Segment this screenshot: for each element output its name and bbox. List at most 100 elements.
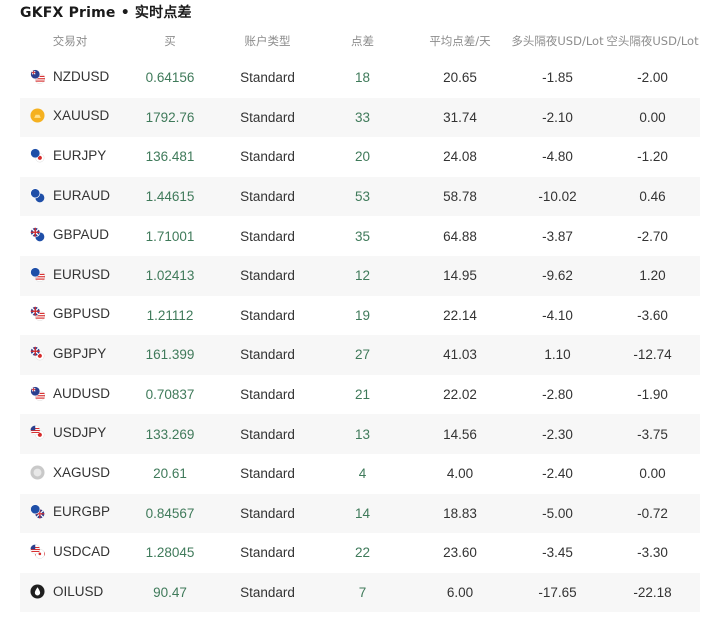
long-swap-cell: -2.30 [542, 426, 573, 442]
header-bid: 买 [164, 34, 176, 48]
short-swap-cell: 0.00 [639, 466, 666, 482]
bid-price-cell: 161.399 [145, 347, 195, 363]
page-title: GKFX Prime • 实时点差 [20, 5, 192, 21]
avg-spread-cell: 14.95 [443, 268, 477, 284]
account-type-cell: Standard [240, 70, 295, 86]
nz-us-flag-icon [30, 69, 45, 84]
header-pair: 交易对 [52, 34, 88, 48]
pair-label: GBPAUD [30, 227, 109, 242]
pair-label: XAGUSD [30, 465, 110, 480]
au-us-flag-icon [30, 385, 45, 401]
spread-cell: 33 [354, 109, 371, 125]
pair-label: USDJPY [30, 425, 106, 440]
table-row: EURJPY 136.481 Standard 20 24.08 -4.80 -1.20 [20, 137, 700, 177]
table-row: EURGBP 0.84567 Standard 14 18.83 -5.00 -0.72 [20, 493, 700, 534]
long-swap-cell: -10.02 [538, 189, 577, 205]
avg-spread-cell: 23.60 [443, 545, 477, 561]
pair-cell: XAUUSD [20, 98, 120, 138]
pair-name: USDJPY [53, 425, 107, 441]
table-row: GBPJPY 161.399 Standard 27 41.03 1.10 -12.74 [20, 335, 700, 375]
avg-spread-cell: 64.88 [443, 228, 477, 244]
spread-cell: 22 [354, 545, 371, 561]
spread-cell: 27 [354, 347, 371, 363]
pair-name: USDCAD [53, 543, 111, 559]
account-type-cell: Standard [240, 387, 295, 403]
account-type-cell: Standard [240, 228, 295, 244]
bid-price-cell: 133.269 [145, 426, 195, 442]
pair-label: EURUSD [30, 267, 110, 282]
pair-label: EURGBP [30, 504, 110, 519]
eu-gb-flag-icon [30, 504, 45, 519]
avg-spread-cell: 20.65 [443, 70, 477, 86]
avg-spread-cell: 6.00 [446, 585, 474, 601]
account-type-cell: Standard [240, 466, 295, 482]
spread-table: 交易对 买 账户类型 点差 平均点差/天 多头隔夜USD/Lot 空头隔夜USD… [20, 24, 700, 613]
spread-cell: 7 [358, 585, 367, 601]
pair-cell: GBPJPY [20, 335, 120, 375]
table-row: AUDUSD 0.70837 Standard 21 22.02 -2.80 -1.90 [20, 375, 700, 415]
long-swap-cell: -2.80 [542, 387, 573, 403]
spread-cell: 35 [354, 228, 371, 244]
short-swap-cell: -22.18 [633, 585, 672, 601]
pair-label: NZDUSD [30, 69, 109, 84]
pair-label: USDCAD [30, 544, 110, 559]
pair-name: EURAUD [53, 187, 111, 203]
spread-cell: 53 [354, 189, 371, 205]
long-swap-cell: -3.45 [542, 545, 573, 561]
table-body: NZDUSD 0.64156 Standard 18 20.65 -1.85 -2.00 XA… [20, 58, 700, 613]
pair-cell: NZDUSD [20, 58, 120, 98]
pair-cell: EURAUD [20, 177, 120, 217]
spread-cell: 21 [354, 387, 371, 403]
spread-cell: 18 [354, 70, 371, 86]
pair-label: AUDUSD [30, 386, 110, 401]
long-swap-cell: -5.00 [542, 505, 573, 521]
short-swap-cell: -3.75 [637, 426, 668, 442]
account-type-cell: Standard [240, 189, 295, 205]
oil-drop-icon [30, 583, 45, 599]
bid-price-cell: 136.481 [145, 149, 195, 165]
long-swap-cell: -4.80 [542, 149, 573, 165]
account-type-cell: Standard [240, 149, 295, 165]
avg-spread-cell: 18.83 [443, 505, 477, 521]
bid-price-cell: 90.47 [153, 585, 187, 601]
table-row: GBPUSD 1.21112 Standard 19 22.14 -4.10 -3.60 [20, 296, 700, 336]
table-row: XAGUSD 20.61 Standard 4 4.00 -2.40 0.00 [20, 454, 700, 494]
avg-spread-cell: 22.02 [443, 387, 477, 403]
long-swap-cell: -2.40 [542, 466, 573, 482]
long-swap-cell: -9.62 [542, 268, 573, 284]
eu-jp-flag-icon [30, 148, 45, 163]
long-swap-cell: -3.87 [542, 228, 573, 244]
gold-coin-icon [30, 108, 45, 123]
pair-label: XAUUSD [30, 108, 109, 123]
eu-au-flag-icon [30, 187, 45, 203]
long-swap-cell: -2.10 [542, 109, 573, 125]
spread-cell: 4 [358, 466, 367, 482]
avg-spread-cell: 4.00 [446, 466, 474, 482]
bid-price-cell: 1.21112 [146, 307, 194, 323]
pair-name: EURJPY [53, 147, 107, 163]
header-long-swap: 多头隔夜USD/Lot [511, 34, 604, 48]
account-type-cell: Standard [240, 505, 295, 521]
pair-label: GBPUSD [30, 306, 110, 321]
pair-label: OILUSD [30, 584, 103, 599]
avg-spread-cell: 58.78 [443, 189, 477, 205]
bid-price-cell: 1.02413 [145, 268, 195, 284]
bid-price-cell: 0.84567 [145, 505, 195, 521]
pair-label: EURJPY [30, 148, 106, 163]
table-row: USDCAD 1.28045 Standard 22 23.60 -3.45 -3.30 [20, 533, 700, 573]
long-swap-cell: -17.65 [538, 585, 577, 601]
header-account-type: 账户类型 [244, 34, 291, 48]
eu-us-flag-icon [30, 267, 45, 282]
pair-cell: EURGBP [20, 494, 120, 534]
pair-label: EURAUD [30, 188, 110, 203]
header-row: 交易对 买 账户类型 点差 平均点差/天 多头隔夜USD/Lot 空头隔夜USD… [20, 24, 700, 58]
short-swap-cell: -2.70 [637, 228, 668, 244]
account-type-cell: Standard [240, 545, 295, 561]
pair-name: EURUSD [53, 266, 111, 282]
silver-coin-icon [30, 465, 45, 480]
spread-cell: 12 [354, 268, 371, 284]
bid-price-cell: 1.28045 [145, 545, 195, 561]
header-avg-spread: 平均点差/天 [429, 34, 491, 48]
short-swap-cell: 0.46 [639, 189, 666, 205]
pair-name: GBPJPY [53, 345, 107, 361]
